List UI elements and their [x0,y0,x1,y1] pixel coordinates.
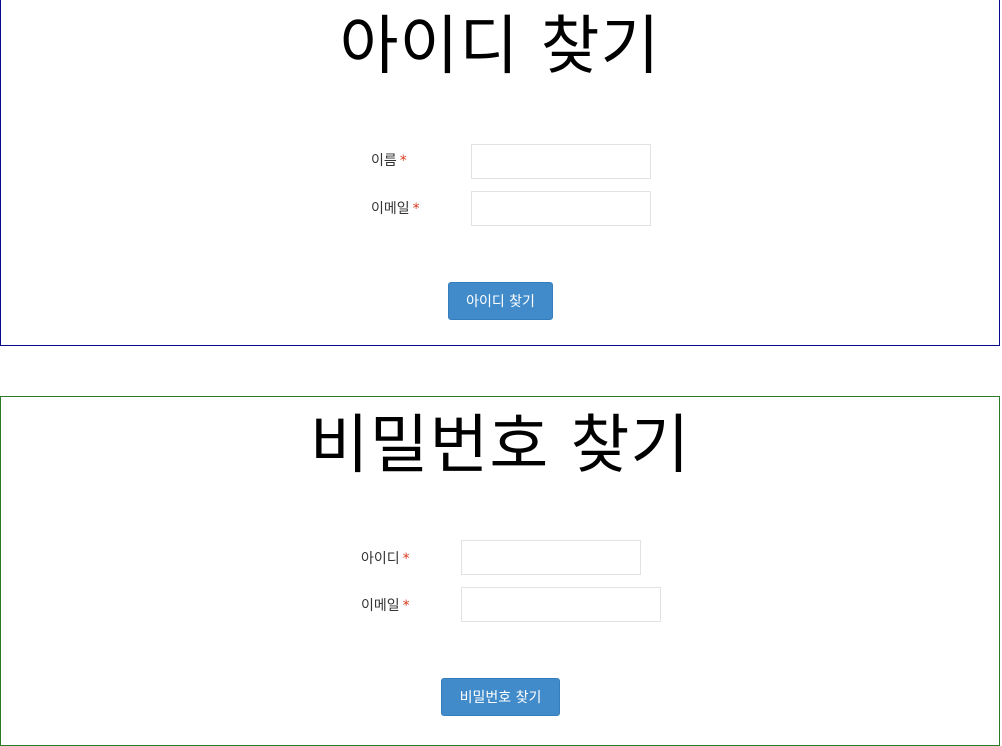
name-input[interactable] [471,144,651,179]
id-required-mark: * [402,551,410,567]
find-id-button[interactable]: 아이디 찾기 [448,282,553,320]
find-password-button[interactable]: 비밀번호 찾기 [441,678,560,716]
pw-email-input[interactable] [461,587,661,622]
find-id-panel: 아이디 찾기 이름 * 이메일 * 아이디 찾기 [0,0,1000,346]
find-id-title: 아이디 찾기 [339,10,661,84]
pw-email-required-mark: * [402,598,410,614]
email-input[interactable] [471,191,651,226]
id-input[interactable] [461,540,641,575]
id-label-text: 아이디 [361,551,400,567]
email-label: 이메일 * [371,201,420,217]
name-label: 이름 * [371,153,407,169]
find-password-title: 비밀번호 찾기 [309,409,691,483]
email-label-text: 이메일 [371,201,410,217]
id-label: 아이디 * [361,551,410,567]
email-required-mark: * [412,201,420,217]
name-label-text: 이름 [371,153,397,169]
find-password-panel: 비밀번호 찾기 아이디 * 이메일 * 비밀번호 찾기 [0,396,1000,746]
name-required-mark: * [399,153,407,169]
pw-email-label-text: 이메일 [361,598,400,614]
pw-email-label: 이메일 * [361,598,410,614]
